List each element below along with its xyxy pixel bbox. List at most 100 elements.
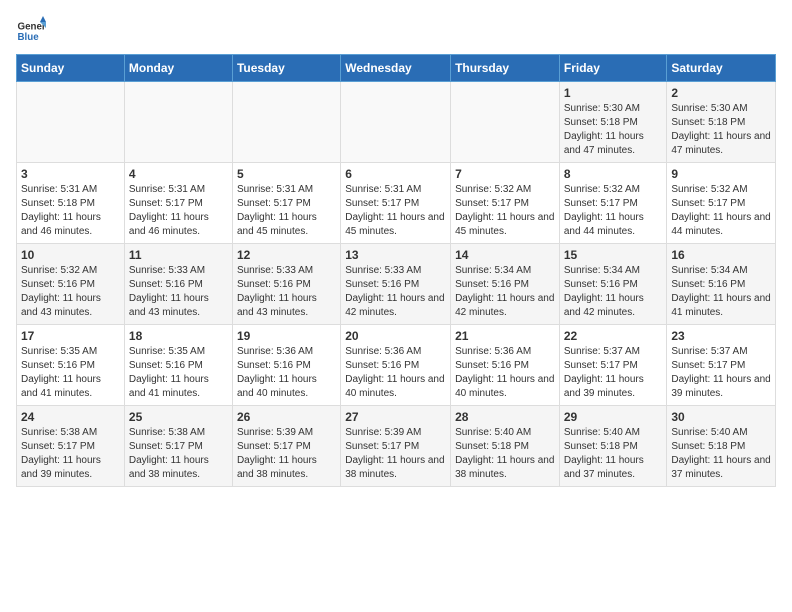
- calendar-cell: 2Sunrise: 5:30 AM Sunset: 5:18 PM Daylig…: [667, 82, 776, 163]
- calendar-col-sunday: Sunday: [17, 55, 125, 82]
- day-number: 27: [345, 410, 446, 424]
- day-info: Sunrise: 5:37 AM Sunset: 5:17 PM Dayligh…: [564, 345, 663, 401]
- day-info: Sunrise: 5:32 AM Sunset: 5:17 PM Dayligh…: [564, 183, 663, 239]
- day-info: Sunrise: 5:32 AM Sunset: 5:17 PM Dayligh…: [455, 183, 555, 239]
- day-number: 10: [21, 248, 120, 262]
- day-info: Sunrise: 5:40 AM Sunset: 5:18 PM Dayligh…: [564, 426, 663, 482]
- day-number: 5: [237, 167, 336, 181]
- calendar-cell: [341, 82, 451, 163]
- calendar-cell: 19 Sunrise: 5:36 AM Sunset: 5:16 PM Dayli…: [232, 325, 340, 406]
- day-info: Sunrise: 5:31 AM Sunset: 5:17 PM Dayligh…: [345, 183, 446, 239]
- day-info: Sunrise: 5:34 AM Sunset: 5:16 PM Dayligh…: [564, 264, 663, 320]
- calendar-col-friday: Friday: [559, 55, 667, 82]
- page-header: General Blue: [16, 16, 776, 46]
- calendar-cell: 27 Sunrise: 5:39 AM Sunset: 5:17 PM Dayli…: [341, 406, 451, 487]
- calendar-cell: [124, 82, 232, 163]
- calendar-cell: 29 Sunrise: 5:40 AM Sunset: 5:18 PM Dayli…: [559, 406, 667, 487]
- calendar-cell: 16 Sunrise: 5:34 AM Sunset: 5:16 PM Dayli…: [667, 244, 776, 325]
- calendar-cell: 20Sunrise: 5:36 AM Sunset: 5:16 PM Dayli…: [341, 325, 451, 406]
- day-number: 24: [21, 410, 120, 424]
- day-number: 16: [671, 248, 771, 262]
- calendar-cell: 9Sunrise: 5:32 AM Sunset: 5:17 PM Daylig…: [667, 163, 776, 244]
- calendar-cell: 14 Sunrise: 5:34 AM Sunset: 5:16 PM Dayli…: [451, 244, 560, 325]
- calendar-cell: 15 Sunrise: 5:34 AM Sunset: 5:16 PM Dayli…: [559, 244, 667, 325]
- calendar-cell: 11 Sunrise: 5:33 AM Sunset: 5:16 PM Dayli…: [124, 244, 232, 325]
- calendar-week-3: 10 Sunrise: 5:32 AM Sunset: 5:16 PM Dayli…: [17, 244, 776, 325]
- calendar-cell: 28 Sunrise: 5:40 AM Sunset: 5:18 PM Dayli…: [451, 406, 560, 487]
- calendar-col-wednesday: Wednesday: [341, 55, 451, 82]
- day-info: Sunrise: 5:39 AM Sunset: 5:17 PM Dayligh…: [237, 426, 336, 482]
- day-number: 12: [237, 248, 336, 262]
- calendar-cell: 25 Sunrise: 5:38 AM Sunset: 5:17 PM Dayli…: [124, 406, 232, 487]
- calendar-week-1: 1Sunrise: 5:30 AM Sunset: 5:18 PM Daylig…: [17, 82, 776, 163]
- calendar-cell: [232, 82, 340, 163]
- calendar-cell: 7Sunrise: 5:32 AM Sunset: 5:17 PM Daylig…: [451, 163, 560, 244]
- calendar-cell: 23 Sunrise: 5:37 AM Sunset: 5:17 PM Dayli…: [667, 325, 776, 406]
- day-number: 2: [671, 86, 771, 100]
- day-number: 25: [129, 410, 228, 424]
- day-number: 3: [21, 167, 120, 181]
- calendar-table: SundayMondayTuesdayWednesdayThursdayFrid…: [16, 54, 776, 487]
- day-info: Sunrise: 5:33 AM Sunset: 5:16 PM Dayligh…: [129, 264, 228, 320]
- day-number: 29: [564, 410, 663, 424]
- day-info: Sunrise: 5:31 AM Sunset: 5:17 PM Dayligh…: [237, 183, 336, 239]
- calendar-col-monday: Monday: [124, 55, 232, 82]
- calendar-cell: [451, 82, 560, 163]
- day-info: Sunrise: 5:35 AM Sunset: 5:16 PM Dayligh…: [129, 345, 228, 401]
- calendar-cell: 30Sunrise: 5:40 AM Sunset: 5:18 PM Dayli…: [667, 406, 776, 487]
- day-info: Sunrise: 5:32 AM Sunset: 5:16 PM Dayligh…: [21, 264, 120, 320]
- calendar-cell: 1Sunrise: 5:30 AM Sunset: 5:18 PM Daylig…: [559, 82, 667, 163]
- calendar-col-thursday: Thursday: [451, 55, 560, 82]
- day-number: 18: [129, 329, 228, 343]
- day-number: 22: [564, 329, 663, 343]
- day-info: Sunrise: 5:38 AM Sunset: 5:17 PM Dayligh…: [21, 426, 120, 482]
- day-info: Sunrise: 5:33 AM Sunset: 5:16 PM Dayligh…: [237, 264, 336, 320]
- calendar-cell: [17, 82, 125, 163]
- day-info: Sunrise: 5:37 AM Sunset: 5:17 PM Dayligh…: [671, 345, 771, 401]
- day-info: Sunrise: 5:40 AM Sunset: 5:18 PM Dayligh…: [671, 426, 771, 482]
- day-info: Sunrise: 5:32 AM Sunset: 5:17 PM Dayligh…: [671, 183, 771, 239]
- day-info: Sunrise: 5:34 AM Sunset: 5:16 PM Dayligh…: [455, 264, 555, 320]
- calendar-cell: 4 Sunrise: 5:31 AM Sunset: 5:17 PM Daylig…: [124, 163, 232, 244]
- calendar-cell: 3 Sunrise: 5:31 AM Sunset: 5:18 PM Daylig…: [17, 163, 125, 244]
- day-number: 13: [345, 248, 446, 262]
- day-number: 21: [455, 329, 555, 343]
- day-info: Sunrise: 5:31 AM Sunset: 5:18 PM Dayligh…: [21, 183, 120, 239]
- day-number: 26: [237, 410, 336, 424]
- calendar-cell: 18 Sunrise: 5:35 AM Sunset: 5:16 PM Dayli…: [124, 325, 232, 406]
- day-info: Sunrise: 5:33 AM Sunset: 5:16 PM Dayligh…: [345, 264, 446, 320]
- calendar-cell: 21 Sunrise: 5:36 AM Sunset: 5:16 PM Dayli…: [451, 325, 560, 406]
- day-number: 14: [455, 248, 555, 262]
- day-number: 4: [129, 167, 228, 181]
- calendar-col-tuesday: Tuesday: [232, 55, 340, 82]
- calendar-header-row: SundayMondayTuesdayWednesdayThursdayFrid…: [17, 55, 776, 82]
- day-number: 19: [237, 329, 336, 343]
- logo-icon: General Blue: [16, 16, 46, 46]
- day-info: Sunrise: 5:31 AM Sunset: 5:17 PM Dayligh…: [129, 183, 228, 239]
- day-info: Sunrise: 5:39 AM Sunset: 5:17 PM Dayligh…: [345, 426, 446, 482]
- calendar-cell: 10 Sunrise: 5:32 AM Sunset: 5:16 PM Dayli…: [17, 244, 125, 325]
- calendar-cell: 5 Sunrise: 5:31 AM Sunset: 5:17 PM Daylig…: [232, 163, 340, 244]
- calendar-cell: 26 Sunrise: 5:39 AM Sunset: 5:17 PM Dayli…: [232, 406, 340, 487]
- day-number: 6: [345, 167, 446, 181]
- calendar-cell: 24 Sunrise: 5:38 AM Sunset: 5:17 PM Dayli…: [17, 406, 125, 487]
- day-info: Sunrise: 5:30 AM Sunset: 5:18 PM Dayligh…: [564, 102, 663, 158]
- calendar-col-saturday: Saturday: [667, 55, 776, 82]
- day-number: 17: [21, 329, 120, 343]
- day-info: Sunrise: 5:34 AM Sunset: 5:16 PM Dayligh…: [671, 264, 771, 320]
- logo: General Blue: [16, 16, 46, 46]
- day-number: 8: [564, 167, 663, 181]
- day-number: 11: [129, 248, 228, 262]
- day-number: 23: [671, 329, 771, 343]
- calendar-cell: 22 Sunrise: 5:37 AM Sunset: 5:17 PM Dayli…: [559, 325, 667, 406]
- day-info: Sunrise: 5:40 AM Sunset: 5:18 PM Dayligh…: [455, 426, 555, 482]
- calendar-week-5: 24 Sunrise: 5:38 AM Sunset: 5:17 PM Dayli…: [17, 406, 776, 487]
- calendar-week-2: 3 Sunrise: 5:31 AM Sunset: 5:18 PM Daylig…: [17, 163, 776, 244]
- day-info: Sunrise: 5:36 AM Sunset: 5:16 PM Dayligh…: [455, 345, 555, 401]
- day-info: Sunrise: 5:38 AM Sunset: 5:17 PM Dayligh…: [129, 426, 228, 482]
- svg-text:Blue: Blue: [18, 32, 40, 43]
- day-info: Sunrise: 5:36 AM Sunset: 5:16 PM Dayligh…: [237, 345, 336, 401]
- day-number: 28: [455, 410, 555, 424]
- day-number: 15: [564, 248, 663, 262]
- calendar-week-4: 17 Sunrise: 5:35 AM Sunset: 5:16 PM Dayli…: [17, 325, 776, 406]
